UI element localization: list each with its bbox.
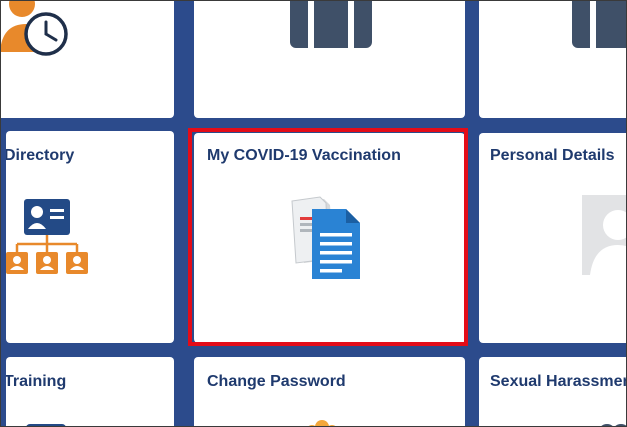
briefcase-icon	[572, 0, 627, 48]
employee-clock-icon	[0, 0, 68, 56]
tile-training[interactable]: Training	[6, 357, 174, 427]
tile-personal-details[interactable]: Personal Details	[479, 133, 627, 343]
people-icon	[307, 420, 337, 427]
training-icon	[26, 424, 66, 427]
tile-title: Sexual Harassment	[490, 373, 627, 390]
homepage-tile-grid: Directory My COVID-19 Vaccination Person…	[0, 0, 627, 427]
tile-title: Directory	[6, 147, 75, 164]
person-silhouette-icon	[582, 195, 627, 275]
tile-briefcase-1[interactable]	[194, 0, 465, 118]
tile-time-attendance[interactable]	[0, 0, 174, 118]
tile-my-covid-19-vaccination[interactable]: My COVID-19 Vaccination	[194, 133, 465, 343]
tile-title: Change Password	[207, 373, 346, 390]
tile-change-password[interactable]: Change Password	[194, 357, 465, 427]
tile-briefcase-2[interactable]	[479, 0, 627, 118]
org-directory-icon	[6, 199, 88, 274]
document-copy-icon	[291, 196, 360, 279]
tile-title: Training	[6, 373, 67, 390]
sexual-harassment-icon	[600, 424, 627, 427]
tile-directory[interactable]: Directory	[6, 131, 174, 343]
tile-title: Personal Details	[490, 147, 615, 164]
briefcase-icon	[290, 0, 372, 48]
tile-sexual-harassment[interactable]: Sexual Harassment	[479, 357, 627, 427]
tile-title: My COVID-19 Vaccination	[207, 147, 401, 164]
